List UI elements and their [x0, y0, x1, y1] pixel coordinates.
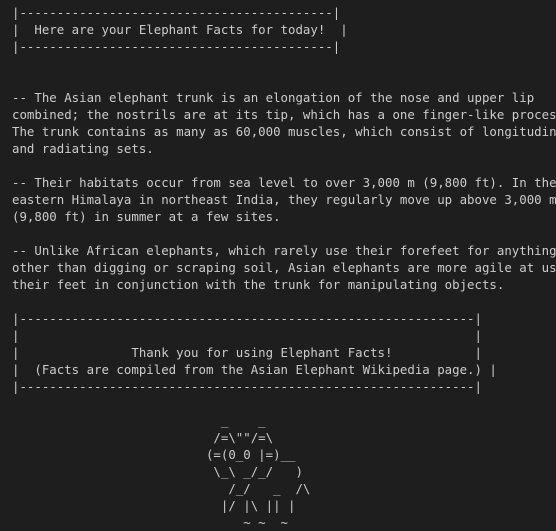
fact-line: their feet in conjunction with the trunk… — [12, 277, 505, 292]
fact-line: -- Unlike African elephants, which rarel… — [12, 243, 556, 258]
footer-bottom-border: |---------------------------------------… — [12, 379, 482, 394]
footer-thanks: | Thank you for using Elephant Facts! | — [12, 345, 482, 360]
header-box: |---------------------------------------… — [12, 4, 556, 55]
footer-blank: | | — [12, 328, 482, 343]
fact-2: -- Their habitats occur from sea level t… — [12, 174, 556, 225]
ascii-art-line: |/ |\ || | — [12, 498, 296, 513]
elephant-ascii-art: _ _ /=\""/=\ (=(0_0 |=)__ \_\ _/_/ ) /_/… — [12, 412, 556, 531]
footer-top-border: |---------------------------------------… — [12, 311, 482, 326]
fact-line: and radiating sets. — [12, 141, 154, 156]
fact-1: -- The Asian elephant trunk is an elonga… — [12, 89, 556, 157]
ascii-art-line: ~ ~ ~ — [12, 515, 289, 530]
fact-line: -- The Asian elephant trunk is an elonga… — [12, 90, 535, 105]
ascii-art-line: _ _ — [12, 413, 266, 428]
fact-line: other than digging or scraping soil, Asi… — [12, 260, 556, 275]
fact-3: -- Unlike African elephants, which rarel… — [12, 242, 556, 293]
header-bottom-border: |---------------------------------------… — [12, 39, 341, 54]
ascii-art-line: /=\""/=\ — [12, 430, 274, 445]
ascii-art-line: /_/ _ /\ — [12, 481, 311, 496]
fact-line: (9,800 ft) in summer at a few sites. — [12, 209, 281, 224]
header-title: | Here are your Elephant Facts for today… — [12, 22, 348, 37]
terminal-output: |---------------------------------------… — [0, 0, 556, 530]
footer-box: |---------------------------------------… — [12, 310, 556, 395]
ascii-art-line: (=(0_0 |=)__ — [12, 447, 296, 462]
fact-line: eastern Himalaya in northeast India, the… — [12, 192, 556, 207]
fact-line: The trunk contains as many as 60,000 mus… — [12, 124, 556, 139]
fact-line: combined; the nostrils are at its tip, w… — [12, 107, 556, 122]
header-top-border: |---------------------------------------… — [12, 5, 341, 20]
fact-line: -- Their habitats occur from sea level t… — [12, 175, 556, 190]
footer-source: | (Facts are compiled from the Asian Ele… — [12, 362, 497, 377]
ascii-art-line: \_\ _/_/ ) — [12, 464, 303, 479]
